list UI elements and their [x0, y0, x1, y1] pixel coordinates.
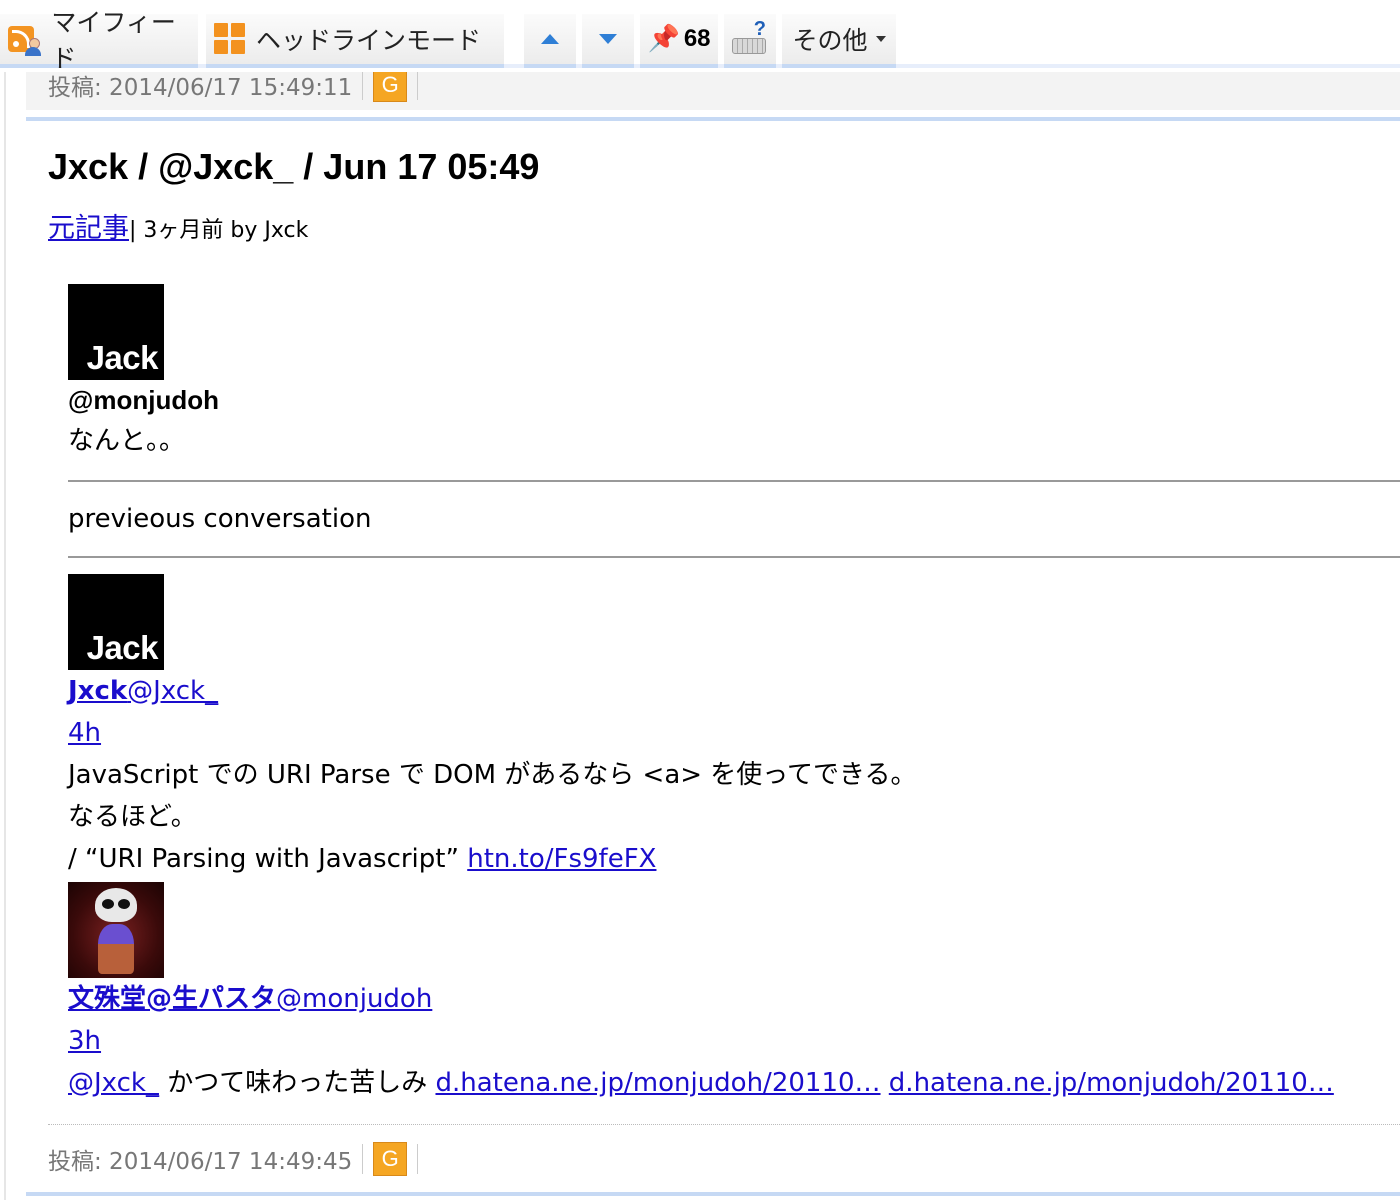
divider	[68, 556, 1400, 558]
author-link[interactable]: 文殊堂@生パスタ@monjudoh	[68, 984, 432, 1014]
arrow-down-icon	[599, 34, 617, 44]
headline-mode-label: ヘッドラインモード	[256, 26, 482, 55]
conversation-time: 4h	[68, 712, 1400, 754]
entry-posted: 投稿: 2014/06/17 14:49:45	[48, 1149, 353, 1175]
tweet-text-line: / “URI Parsing with Javascript” htn.to/F…	[68, 838, 1400, 880]
previous-item-button[interactable]	[524, 14, 576, 68]
footer-divider	[48, 1124, 1400, 1125]
keyboard-help-icon: ?	[732, 18, 768, 56]
headline-grid-icon	[214, 23, 246, 55]
author-link[interactable]: Jxck@Jxck_	[68, 676, 218, 706]
tweet-text-line: なるほど。	[68, 802, 197, 832]
source-article-link[interactable]: 元記事	[48, 206, 129, 245]
avatar[interactable]	[68, 882, 164, 978]
tweet-text-line: JavaScript での URI Parse で DOM があるなら <a> …	[68, 760, 917, 790]
left-border	[4, 72, 6, 1200]
entry-separator	[26, 1192, 1400, 1196]
divider	[362, 1144, 364, 1174]
hatena-link[interactable]: d.hatena.ne.jp/monjudoh/20110…	[435, 1068, 880, 1098]
my-feed-button[interactable]: マイフィード	[0, 8, 198, 73]
tweet-time-link[interactable]: 3h	[68, 1026, 101, 1056]
tweet-handle: @monjudoh	[68, 385, 219, 415]
other-menu-label: その他	[792, 26, 868, 55]
entry-footer: 投稿: 2014/06/17 14:49:45 G	[26, 1132, 1400, 1186]
pin-count: 68	[683, 25, 711, 52]
arrow-up-icon	[541, 34, 559, 44]
pin-button[interactable]: 📌 68	[640, 14, 718, 68]
skull-icon	[95, 888, 137, 922]
entry-meta: 元記事 | 3ヶ月前 by Jxck	[48, 206, 308, 245]
g-share-button[interactable]: G	[373, 68, 408, 102]
entry-byline: | 3ヶ月前 by Jxck	[129, 218, 309, 243]
entry-body: Jack @monjudoh なんと。。 previeous conversat…	[68, 284, 1400, 1104]
avatar-text: Jack	[86, 629, 159, 666]
caret-down-icon	[875, 36, 886, 42]
headline-mode-button[interactable]: ヘッドラインモード	[206, 14, 504, 68]
author-handle: @monjudoh	[276, 984, 433, 1014]
divider	[68, 480, 1400, 482]
keyboard-help-button[interactable]: ?	[724, 14, 776, 68]
other-menu-button[interactable]: その他	[782, 14, 896, 68]
my-feed-icon	[8, 22, 42, 56]
short-url-link[interactable]: htn.to/Fs9feFX	[467, 844, 656, 874]
tweet-time-link[interactable]: 4h	[68, 718, 101, 748]
avatar-text: Jack	[86, 339, 159, 376]
divider	[417, 1144, 419, 1174]
conversation-author: 文殊堂@生パスタ@monjudoh	[68, 978, 1400, 1020]
conversation-time: 3h	[68, 1020, 1400, 1062]
author-handle: @Jxck_	[127, 676, 219, 706]
toolbar: マイフィード ヘッドラインモード 📌 68 ? その他	[0, 0, 1400, 73]
previous-conversation-label: previeous conversation	[68, 504, 372, 534]
divider	[362, 70, 364, 100]
tweet-link-prefix: / “URI Parsing with Javascript”	[68, 844, 468, 874]
entry-separator	[26, 117, 1400, 121]
my-feed-label: マイフィード	[51, 8, 176, 73]
hatena-link[interactable]: d.hatena.ne.jp/monjudoh/20110…	[889, 1068, 1334, 1098]
next-item-button[interactable]	[582, 14, 634, 68]
tweet-text: かつて味わった苦しみ	[158, 1068, 436, 1098]
author-name: Jxck	[68, 676, 128, 706]
mention-link[interactable]: @Jxck_	[68, 1068, 159, 1098]
avatar: Jack	[68, 284, 164, 380]
tweet-text: なんと。。	[68, 426, 186, 456]
tweet-text-line: @Jxck_ かつて味わった苦しみ d.hatena.ne.jp/monjudo…	[68, 1062, 1400, 1104]
avatar[interactable]: Jack	[68, 574, 164, 670]
g-share-button[interactable]: G	[373, 1142, 408, 1176]
author-name: 文殊堂@生パスタ	[68, 984, 277, 1014]
pin-icon: 📌	[647, 24, 680, 54]
conversation-author: Jxck@Jxck_	[68, 670, 1400, 712]
divider	[417, 70, 419, 100]
entry-title[interactable]: Jxck / @Jxck_ / Jun 17 05:49	[48, 146, 539, 188]
